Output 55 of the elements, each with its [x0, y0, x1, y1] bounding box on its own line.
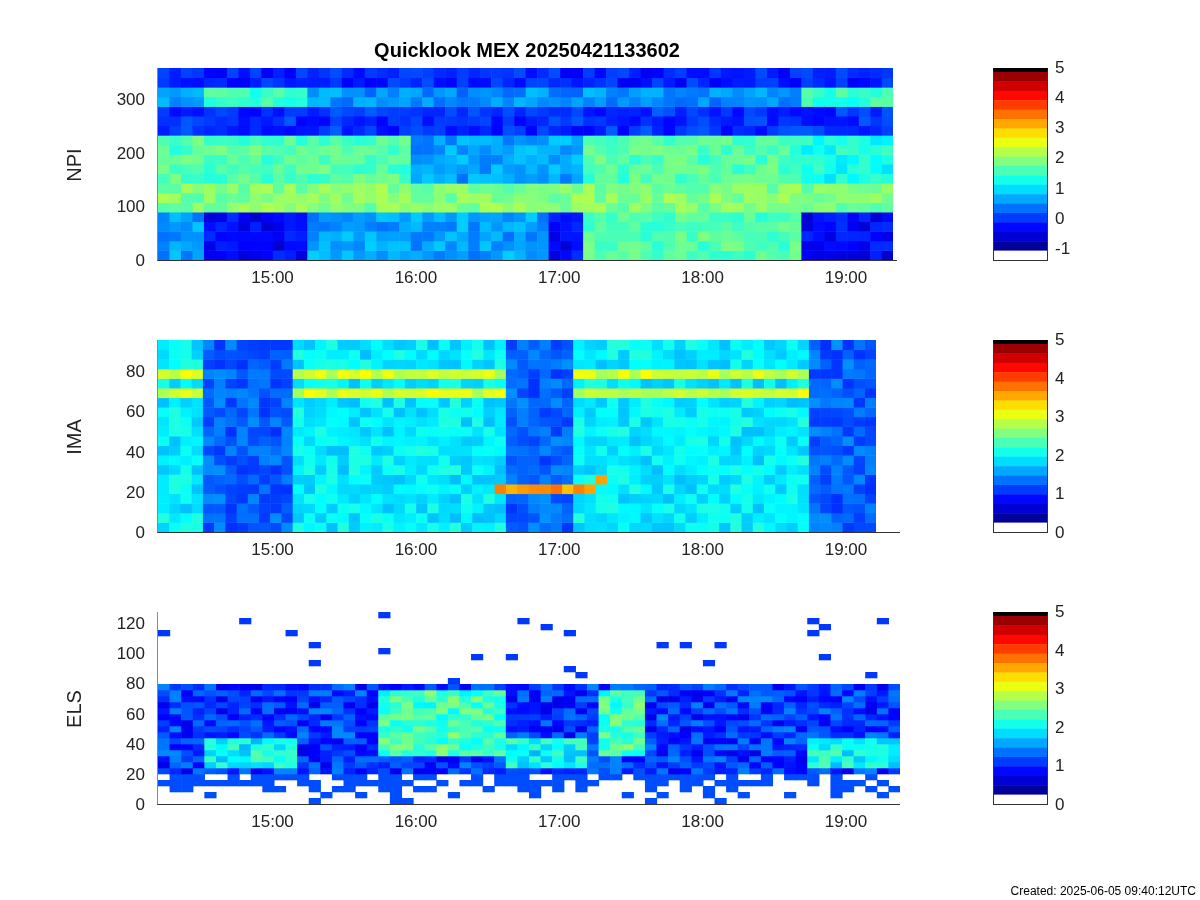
- y-tick-label: 40: [126, 442, 145, 463]
- created-timestamp: Created: 2025-06-05 09:40:12UTC: [1010, 884, 1196, 898]
- x-tick-label: 16:00: [394, 268, 438, 288]
- y-tick-label: 100: [116, 644, 145, 665]
- x-tick-label: 19:00: [824, 812, 868, 832]
- x-tick-label: 16:00: [394, 540, 438, 560]
- x-tick-label: 19:00: [824, 540, 868, 560]
- colorbar-tick-label: 3: [1055, 118, 1065, 139]
- y-axis-label: NPI: [62, 147, 86, 182]
- y-tick-label: 120: [116, 614, 145, 635]
- colorbar-tick-label: 1: [1055, 484, 1065, 505]
- colorbar-tick-label: 1: [1055, 178, 1065, 199]
- colorbar-tick-label: 0: [1055, 795, 1065, 815]
- y-tick-label: 60: [126, 704, 145, 725]
- y-tick-label: 80: [126, 362, 145, 383]
- x-tick-label: 18:00: [681, 540, 724, 560]
- x-tick-label: 15:00: [251, 540, 294, 560]
- x-tick-label: 18:00: [681, 268, 724, 288]
- y-axis-label: IMA: [62, 418, 86, 455]
- colorbar-tick-label: 4: [1055, 640, 1065, 661]
- x-tick-label: 17:00: [538, 540, 581, 560]
- colorbar-tick-label: 3: [1055, 679, 1065, 700]
- colorbar-tick-label: 4: [1055, 88, 1065, 109]
- colorbar-tick-label: 2: [1055, 445, 1065, 466]
- y-tick-label: 80: [126, 674, 145, 695]
- colorbar-tick-label: 0: [1055, 208, 1065, 229]
- y-tick-label: 100: [116, 197, 145, 218]
- colorbar-tick-label: 2: [1055, 717, 1065, 738]
- y-tick-label: 0: [135, 795, 145, 815]
- y-tick-label: 200: [116, 143, 145, 164]
- colorbar-tick-label: 2: [1055, 148, 1065, 169]
- colorbar-tick-label: -1: [1055, 238, 1071, 259]
- x-tick-label: 16:00: [394, 812, 438, 832]
- figure-title: Quicklook MEX 20250421133602: [373, 39, 681, 63]
- y-tick-label: 20: [126, 764, 145, 785]
- x-tick-label: 17:00: [538, 268, 581, 288]
- colorbar-tick-label: 5: [1055, 330, 1065, 350]
- y-tick-label: 0: [135, 523, 145, 543]
- y-tick-label: 20: [126, 482, 145, 503]
- x-tick-label: 15:00: [251, 812, 294, 832]
- y-tick-label: 40: [126, 734, 145, 755]
- colorbar-tick-label: 0: [1055, 523, 1065, 543]
- colorbar-tick-label: 1: [1055, 756, 1065, 777]
- colorbar-tick-label: 5: [1055, 58, 1065, 78]
- x-tick-label: 17:00: [538, 812, 581, 832]
- y-tick-label: 0: [135, 251, 145, 271]
- y-axis-label: ELS: [62, 689, 86, 728]
- y-tick-label: 300: [116, 90, 145, 111]
- x-tick-label: 19:00: [824, 268, 868, 288]
- colorbar-tick-label: 3: [1055, 407, 1065, 428]
- x-tick-label: 15:00: [251, 268, 294, 288]
- y-tick-label: 60: [126, 402, 145, 423]
- x-tick-label: 18:00: [681, 812, 724, 832]
- colorbar-tick-label: 5: [1055, 602, 1065, 622]
- colorbar-tick-label: 4: [1055, 368, 1065, 389]
